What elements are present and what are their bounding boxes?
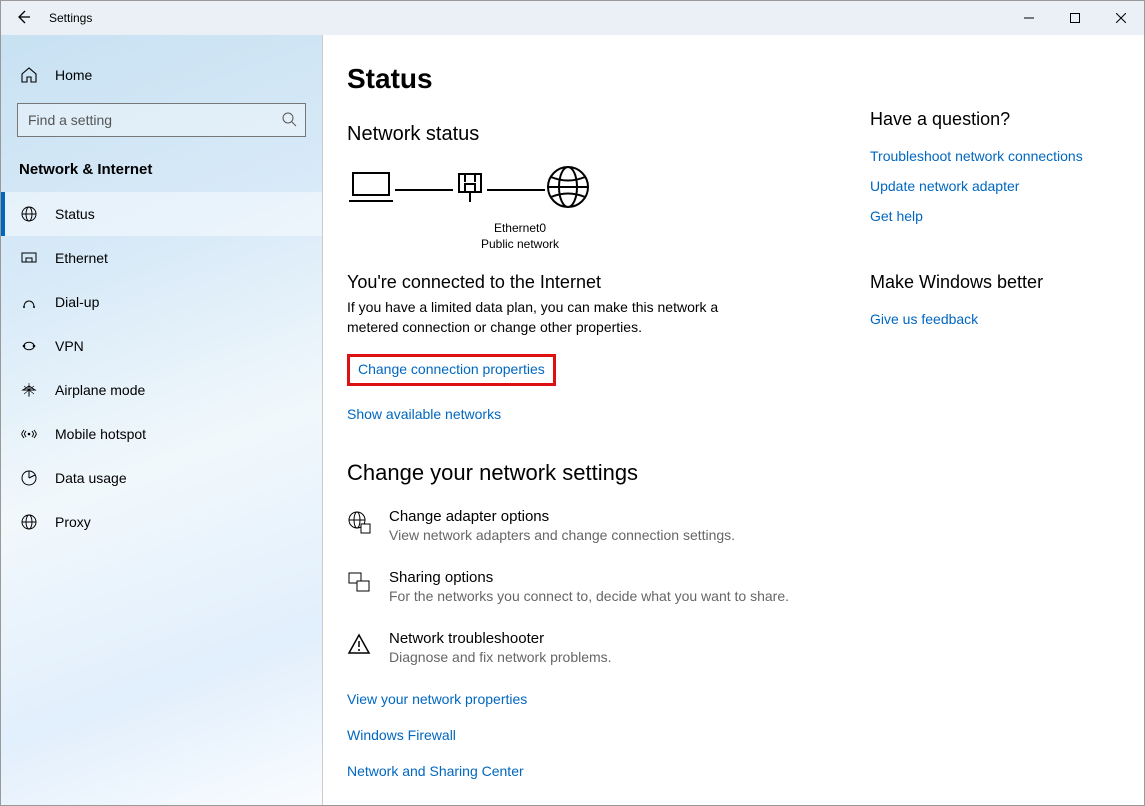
help-link-update-adapter[interactable]: Update network adapter xyxy=(870,178,1120,194)
search-input[interactable]: Find a setting xyxy=(17,103,306,137)
network-status-heading: Network status xyxy=(347,123,830,146)
window-title: Settings xyxy=(49,11,92,25)
adapter-icon xyxy=(453,170,487,209)
windows-firewall-link[interactable]: Windows Firewall xyxy=(347,727,830,743)
change-settings-heading: Change your network settings xyxy=(347,460,830,486)
network-diagram xyxy=(347,164,830,215)
option-desc: View network adapters and change connect… xyxy=(389,527,735,543)
computer-icon xyxy=(347,167,395,212)
sidebar-item-hotspot[interactable]: Mobile hotspot xyxy=(1,412,322,456)
minimize-button[interactable] xyxy=(1006,1,1052,35)
sidebar-item-label: Dial-up xyxy=(55,294,99,310)
diagram-network-type: Public network xyxy=(455,237,585,253)
sidebar-item-label: Status xyxy=(55,206,95,222)
option-title: Network troubleshooter xyxy=(389,630,612,647)
globe-icon xyxy=(545,164,591,215)
sidebar-item-label: VPN xyxy=(55,338,84,354)
sidebar-item-airplane[interactable]: Airplane mode xyxy=(1,368,322,412)
option-change-adapter[interactable]: Change adapter options View network adap… xyxy=(347,508,830,543)
view-properties-link[interactable]: View your network properties xyxy=(347,691,830,707)
sidebar-item-label: Data usage xyxy=(55,470,127,486)
sidebar-item-status[interactable]: Status xyxy=(1,192,322,236)
status-icon xyxy=(19,205,39,223)
sidebar-item-ethernet[interactable]: Ethernet xyxy=(1,236,322,280)
home-icon xyxy=(19,66,39,84)
proxy-icon xyxy=(19,513,39,531)
help-link-troubleshoot[interactable]: Troubleshoot network connections xyxy=(870,148,1120,164)
have-question-heading: Have a question? xyxy=(870,109,1120,130)
airplane-icon xyxy=(19,381,39,399)
change-connection-properties-link[interactable]: Change connection properties xyxy=(358,361,545,377)
change-connection-properties-highlight: Change connection properties xyxy=(347,354,556,386)
sidebar-item-label: Mobile hotspot xyxy=(55,426,146,442)
sidebar: Home Find a setting Network & Internet S… xyxy=(1,35,323,805)
sidebar-item-label: Proxy xyxy=(55,514,91,530)
option-desc: Diagnose and fix network problems. xyxy=(389,649,612,665)
connected-description: If you have a limited data plan, you can… xyxy=(347,297,747,338)
sidebar-item-dialup[interactable]: Dial-up xyxy=(1,280,322,324)
network-sharing-center-link[interactable]: Network and Sharing Center xyxy=(347,763,830,779)
improve-heading: Make Windows better xyxy=(870,272,1120,293)
diagram-adapter-name: Ethernet0 xyxy=(455,221,585,237)
search-placeholder: Find a setting xyxy=(28,112,112,128)
option-title: Change adapter options xyxy=(389,508,735,525)
home-label: Home xyxy=(55,67,92,83)
show-available-networks-link[interactable]: Show available networks xyxy=(347,406,501,422)
sidebar-item-label: Ethernet xyxy=(55,250,108,266)
maximize-button[interactable] xyxy=(1052,1,1098,35)
adapter-options-icon xyxy=(347,508,373,543)
hotspot-icon xyxy=(19,425,39,443)
option-sharing[interactable]: Sharing options For the networks you con… xyxy=(347,569,830,604)
sidebar-item-proxy[interactable]: Proxy xyxy=(1,500,322,544)
option-troubleshooter[interactable]: Network troubleshooter Diagnose and fix … xyxy=(347,630,830,665)
search-icon xyxy=(281,111,297,130)
close-button[interactable] xyxy=(1098,1,1144,35)
option-desc: For the networks you connect to, decide … xyxy=(389,588,789,604)
troubleshoot-icon xyxy=(347,630,373,665)
sidebar-item-vpn[interactable]: VPN xyxy=(1,324,322,368)
sidebar-section-title: Network & Internet xyxy=(1,155,322,192)
page-title: Status xyxy=(347,63,830,95)
ethernet-icon xyxy=(19,249,39,267)
dialup-icon xyxy=(19,293,39,311)
feedback-link[interactable]: Give us feedback xyxy=(870,311,1120,327)
help-link-get-help[interactable]: Get help xyxy=(870,208,1120,224)
option-title: Sharing options xyxy=(389,569,789,586)
datausage-icon xyxy=(19,469,39,487)
sidebar-item-datausage[interactable]: Data usage xyxy=(1,456,322,500)
vpn-icon xyxy=(19,337,39,355)
titlebar: Settings xyxy=(1,1,1144,35)
connected-heading: You're connected to the Internet xyxy=(347,272,830,293)
sharing-icon xyxy=(347,569,373,604)
back-icon[interactable] xyxy=(15,9,31,28)
home-nav[interactable]: Home xyxy=(1,55,322,95)
sidebar-item-label: Airplane mode xyxy=(55,382,145,398)
